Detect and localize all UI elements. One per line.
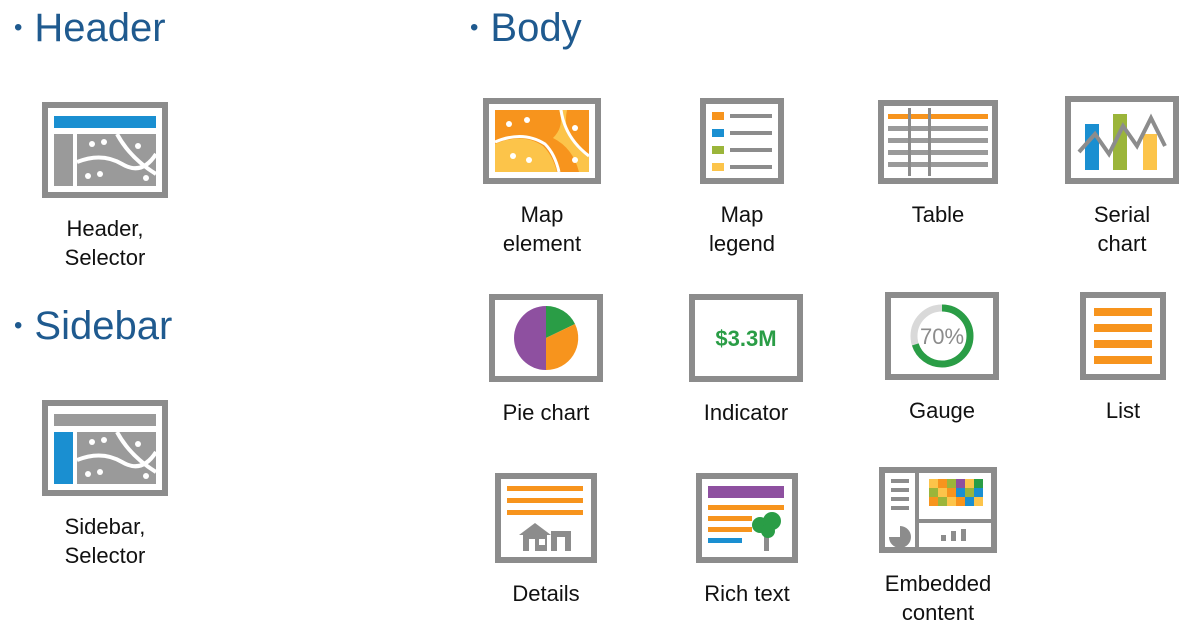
section-body: • Body bbox=[470, 8, 582, 48]
embedded-content-icon bbox=[879, 467, 997, 553]
bullet: • bbox=[14, 312, 23, 339]
tile-label: Sidebar, Selector bbox=[64, 514, 146, 568]
section-title-sidebar: Sidebar bbox=[34, 304, 173, 348]
tile-label: List bbox=[1105, 398, 1141, 423]
tile-label: Indicator bbox=[703, 400, 789, 425]
tile-label: Map legend bbox=[708, 202, 776, 256]
tile-label: Details bbox=[512, 581, 580, 606]
section-sidebar: • Sidebar bbox=[14, 306, 172, 346]
tile-pie-chart: Pie chart bbox=[446, 294, 646, 427]
table-icon bbox=[878, 100, 998, 184]
section-header: • Header bbox=[14, 8, 166, 48]
tile-label: Map element bbox=[502, 202, 582, 256]
tile-map-legend: Map legend bbox=[642, 98, 842, 258]
tile-label: Serial chart bbox=[1093, 202, 1151, 256]
section-title-body: Body bbox=[490, 6, 582, 50]
tile-table: Table bbox=[838, 100, 1038, 229]
tile-sidebar-selector: Sidebar, Selector bbox=[5, 400, 205, 570]
header-selector-icon bbox=[42, 102, 168, 198]
serial-chart-icon bbox=[1065, 96, 1179, 184]
tile-map-element: Map element bbox=[442, 98, 642, 258]
sidebar-selector-icon bbox=[42, 400, 168, 496]
map-legend-icon bbox=[700, 98, 784, 184]
tile-label: Table bbox=[911, 202, 965, 227]
gauge-icon: 70% bbox=[885, 292, 999, 380]
indicator-icon: $3.3M bbox=[689, 294, 803, 382]
rich-text-icon bbox=[696, 473, 798, 563]
tile-label: Header, Selector bbox=[64, 216, 146, 270]
tile-label: Embedded content bbox=[884, 571, 992, 625]
tile-label: Gauge bbox=[908, 398, 976, 423]
bullet: • bbox=[470, 14, 479, 41]
tile-label: Rich text bbox=[704, 581, 790, 606]
section-title-header: Header bbox=[34, 6, 166, 50]
tile-gauge: 70% Gauge bbox=[842, 292, 1042, 425]
gauge-value: 70% bbox=[920, 324, 964, 349]
tile-embedded-content: Embedded content bbox=[838, 467, 1038, 627]
list-icon bbox=[1080, 292, 1166, 380]
map-element-icon bbox=[483, 98, 601, 184]
details-icon bbox=[495, 473, 597, 563]
pie-chart-icon bbox=[489, 294, 603, 382]
bullet: • bbox=[14, 14, 23, 41]
tile-label: Pie chart bbox=[502, 400, 590, 425]
tile-header-selector: Header, Selector bbox=[5, 102, 205, 272]
tile-rich-text: Rich text bbox=[647, 473, 847, 608]
tile-serial-chart: Serial chart bbox=[1022, 96, 1194, 258]
tile-indicator: $3.3M Indicator bbox=[646, 294, 846, 427]
indicator-value: $3.3M bbox=[715, 326, 776, 351]
tile-details: Details bbox=[446, 473, 646, 608]
tile-list: List bbox=[1023, 292, 1194, 425]
